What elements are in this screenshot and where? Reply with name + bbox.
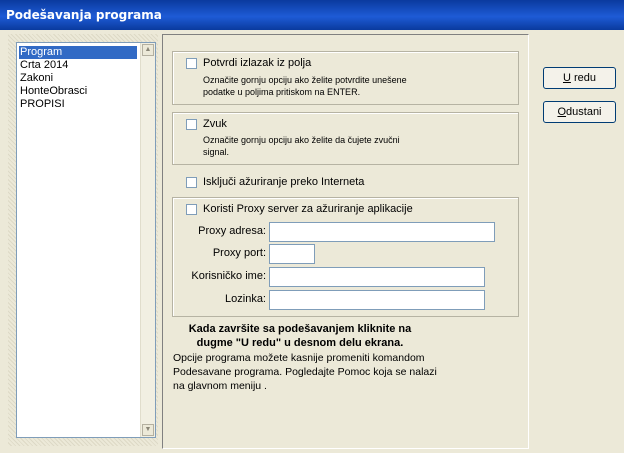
list-scrollbar[interactable]: ▲ ▼ [140,43,155,437]
sound-note-line1: Označite gornju opciju ako želite da čuj… [203,135,400,145]
info-text: Opcije programa možete kasnije promeniti… [173,351,453,393]
finish-hint: Kada završite sa podešavanjem kliknite n… [187,322,413,350]
window-title: Podešavanja programa [6,8,162,22]
password-label: Lozinka: [225,293,266,305]
list-item[interactable]: Crta 2014 [19,59,137,72]
confirm-exit-checkbox[interactable] [186,58,197,69]
ok-mnemonic: U [562,72,571,84]
proxy-port-label: Proxy port: [212,247,266,259]
list-item[interactable]: HonteObrasci [19,85,137,98]
proxy-group: Koristi Proxy server za ažuriranje aplik… [172,197,519,317]
proxy-checkbox[interactable] [186,204,197,215]
ok-label: redu [570,72,597,84]
cancel-label: dustani [566,106,602,118]
disable-update-checkbox[interactable] [186,177,197,188]
confirm-exit-label: Potvrdi izlazak iz polja [203,57,312,69]
settings-window: Podešavanja programa Program Crta 2014 Z… [0,0,624,453]
disable-update-label: Isključi ažuriranje preko Interneta [203,176,365,188]
proxy-address-input[interactable] [269,222,495,242]
proxy-label: Koristi Proxy server za ažuriranje aplik… [203,203,413,215]
sound-checkbox[interactable] [186,119,197,130]
title-bar: Podešavanja programa [0,0,624,30]
scroll-down-icon[interactable]: ▼ [142,424,154,436]
username-input[interactable] [269,267,485,287]
scroll-up-icon[interactable]: ▲ [142,44,154,56]
proxy-address-label: Proxy adresa: [198,225,266,237]
finish-hint-line2: dugme "U redu" u desnom delu ekrana. [196,337,404,349]
confirm-exit-note-line2: podatke u poljima pritiskom na ENTER. [203,87,361,97]
info-line3: na glavnom meniju . [173,380,267,392]
cancel-mnemonic: O [557,106,567,118]
cancel-button[interactable]: Odustani [543,101,616,123]
info-line2: Podesavane programa. Pogledajte Pomoc ko… [173,366,437,378]
sound-note-line2: signal. [203,147,230,157]
proxy-port-input[interactable] [269,244,315,264]
program-listbox[interactable]: Program Crta 2014 Zakoni HonteObrasci PR… [16,42,156,438]
username-label: Korisničko ime: [191,270,266,282]
list-item[interactable]: Zakoni [19,72,137,85]
sound-group: Zvuk Označite gornju opciju ako želite d… [172,112,519,165]
options-pane: Potvrdi izlazak iz polja Označite gornju… [162,34,529,449]
finish-hint-line1: Kada završite sa podešavanjem kliknite n… [188,323,412,335]
password-input[interactable] [269,290,485,310]
info-line1: Opcije programa možete kasnije promeniti… [173,352,425,364]
list-item[interactable]: Program [19,46,137,59]
list-item[interactable]: PROPISI [19,98,137,111]
ok-button[interactable]: U redu [543,67,616,89]
confirm-exit-group: Potvrdi izlazak iz polja Označite gornju… [172,51,519,105]
confirm-exit-note-line1: Označite gornju opciju ako želite potvrd… [203,75,407,85]
sound-label: Zvuk [203,118,227,130]
